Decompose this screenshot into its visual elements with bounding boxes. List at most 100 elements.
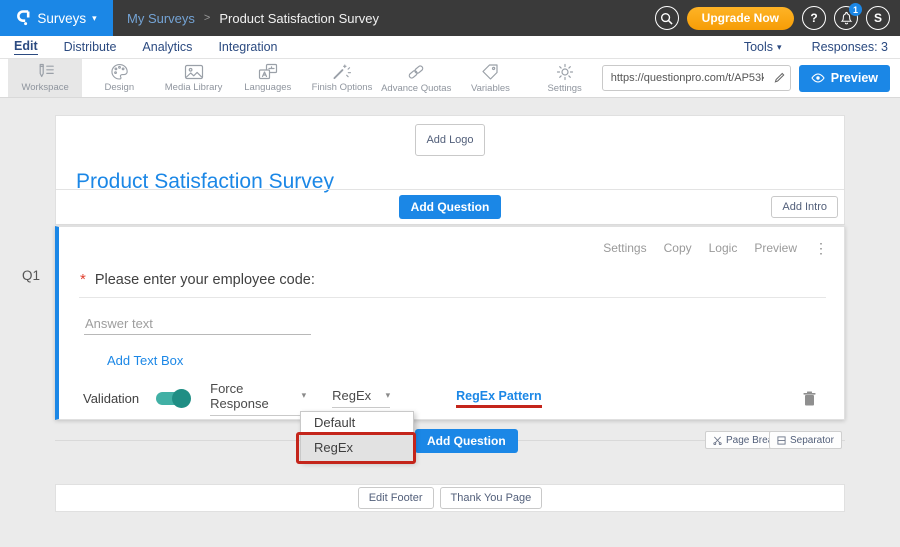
validation-label: Validation bbox=[83, 391, 139, 406]
preview-label: Preview bbox=[831, 71, 878, 85]
toolbar-settings-label: Settings bbox=[547, 83, 581, 94]
question-divider bbox=[79, 297, 826, 298]
app-menu-label: Surveys bbox=[37, 11, 86, 26]
validation-type-value: RegEx bbox=[332, 388, 371, 403]
tab-distribute[interactable]: Distribute bbox=[64, 40, 117, 54]
separator-icon bbox=[777, 436, 786, 445]
answer-text-input[interactable] bbox=[84, 313, 311, 335]
toolbar-media-library[interactable]: Media Library bbox=[156, 59, 230, 97]
validation-type-select[interactable]: RegEx ▾ bbox=[332, 388, 390, 408]
toolbar-media-library-label: Media Library bbox=[165, 82, 223, 93]
chevron-down-icon: ▾ bbox=[777, 43, 782, 52]
toolbar-finish-options-label: Finish Options bbox=[312, 82, 373, 93]
thank-you-page-button[interactable]: Thank You Page bbox=[440, 487, 543, 509]
toggle-knob bbox=[172, 389, 191, 408]
question-text-row[interactable]: * Please enter your employee code: bbox=[80, 271, 315, 288]
dropdown-option-default[interactable]: Default bbox=[301, 412, 413, 434]
toolbar-variables-label: Variables bbox=[471, 83, 510, 94]
toolbar-workspace[interactable]: Workspace bbox=[8, 59, 82, 97]
upgrade-now-button[interactable]: Upgrade Now bbox=[687, 7, 794, 30]
validation-toggle[interactable] bbox=[156, 392, 190, 405]
responses-count[interactable]: Responses: 3 bbox=[812, 40, 888, 54]
edit-footer-button[interactable]: Edit Footer bbox=[358, 487, 434, 509]
toolbar-finish-options[interactable]: Finish Options bbox=[305, 59, 379, 97]
topbar-actions: Upgrade Now ? 1 S bbox=[655, 6, 890, 30]
tools-menu[interactable]: Tools ▾ bbox=[744, 40, 782, 54]
validation-type-dropdown: Default RegEx bbox=[300, 411, 414, 462]
separator-label: Separator bbox=[790, 435, 834, 446]
palette-icon bbox=[110, 63, 129, 80]
question-copy-link[interactable]: Copy bbox=[664, 241, 692, 255]
help-button[interactable]: ? bbox=[802, 6, 826, 30]
image-icon bbox=[184, 64, 204, 80]
survey-header-card: Add Logo Product Satisfaction Survey Add… bbox=[55, 115, 845, 225]
add-question-row: Add Question Add Intro bbox=[56, 189, 844, 224]
scissors-icon bbox=[713, 436, 722, 445]
question-settings-link[interactable]: Settings bbox=[603, 241, 646, 255]
question-text: Please enter your employee code: bbox=[95, 272, 315, 288]
add-question-button[interactable]: Add Question bbox=[399, 195, 502, 219]
magic-wand-icon bbox=[332, 63, 351, 80]
breadcrumb-separator: > bbox=[204, 12, 210, 24]
question-number: Q1 bbox=[22, 268, 40, 283]
sub-nav: Edit Distribute Analytics Integration To… bbox=[0, 36, 900, 59]
required-asterisk: * bbox=[80, 271, 86, 288]
chevron-down-icon: ▾ bbox=[386, 391, 391, 400]
add-question-button-2[interactable]: Add Question bbox=[415, 429, 518, 453]
toolbar-design[interactable]: Design bbox=[82, 59, 156, 97]
survey-footer-band: Edit Footer Thank You Page bbox=[55, 484, 845, 512]
dropdown-option-regex[interactable]: RegEx bbox=[301, 434, 413, 461]
toolbar-design-label: Design bbox=[105, 82, 135, 93]
kebab-menu-icon[interactable]: ⋮ bbox=[814, 241, 828, 255]
tab-integration[interactable]: Integration bbox=[218, 40, 277, 54]
toolbar-advance-quotas[interactable]: Advance Quotas bbox=[379, 59, 453, 97]
tools-label: Tools bbox=[744, 40, 773, 54]
add-intro-button[interactable]: Add Intro bbox=[771, 196, 838, 218]
question-mark-icon: ? bbox=[810, 11, 817, 25]
toolbar-settings[interactable]: Settings bbox=[528, 59, 602, 97]
question-actions: Settings Copy Logic Preview ⋮ bbox=[603, 241, 828, 255]
question-preview-link[interactable]: Preview bbox=[754, 241, 797, 255]
search-button[interactable] bbox=[655, 6, 679, 30]
delete-question-trash-icon[interactable] bbox=[803, 391, 816, 406]
notification-badge: 1 bbox=[849, 3, 862, 16]
editor-toolbar: Workspace Design Media Library Languages… bbox=[0, 59, 900, 98]
logo-row: Add Logo bbox=[56, 116, 844, 156]
toolbar-variables[interactable]: Variables bbox=[453, 59, 527, 97]
survey-url-input[interactable] bbox=[603, 72, 768, 84]
gear-icon bbox=[556, 63, 574, 81]
survey-url-field bbox=[602, 65, 791, 91]
search-icon bbox=[660, 12, 673, 25]
breadcrumb-my-surveys[interactable]: My Surveys bbox=[127, 11, 195, 26]
toolbar-languages-label: Languages bbox=[244, 82, 291, 93]
account-avatar[interactable]: S bbox=[866, 6, 890, 30]
avatar-initial: S bbox=[874, 11, 882, 25]
notifications-button[interactable]: 1 bbox=[834, 6, 858, 30]
eye-icon bbox=[811, 73, 825, 83]
add-text-box-link[interactable]: Add Text Box bbox=[107, 353, 183, 368]
app-menu-surveys[interactable]: Surveys ▾ bbox=[0, 0, 113, 36]
chevron-down-icon: ▾ bbox=[92, 14, 97, 23]
toolbar-workspace-label: Workspace bbox=[21, 82, 68, 93]
edit-url-pencil-icon[interactable] bbox=[768, 72, 790, 84]
tag-icon bbox=[481, 63, 499, 81]
breadcrumb: My Surveys > Product Satisfaction Survey bbox=[127, 11, 379, 26]
add-logo-button[interactable]: Add Logo bbox=[415, 124, 484, 156]
subnav-right: Tools ▾ Responses: 3 bbox=[744, 40, 888, 54]
force-response-value: Force Response bbox=[210, 381, 301, 411]
toolbar-languages[interactable]: Languages bbox=[231, 59, 305, 97]
regex-pattern-link[interactable]: RegEx Pattern bbox=[456, 389, 541, 408]
separator-button[interactable]: Separator bbox=[769, 431, 842, 449]
tab-analytics[interactable]: Analytics bbox=[142, 40, 192, 54]
tab-edit[interactable]: Edit bbox=[14, 39, 38, 55]
translate-boxes-icon bbox=[258, 63, 278, 80]
chain-links-icon bbox=[406, 63, 426, 81]
validation-row: Validation Force Response ▾ RegEx ▾ RegE… bbox=[83, 383, 820, 413]
dropdown-option-regex-label: RegEx bbox=[314, 440, 353, 455]
preview-button[interactable]: Preview bbox=[799, 65, 890, 92]
questionpro-logo-icon bbox=[16, 10, 31, 26]
breadcrumb-current: Product Satisfaction Survey bbox=[219, 11, 379, 26]
force-response-select[interactable]: Force Response ▾ bbox=[210, 381, 306, 416]
toolbar-advance-quotas-label: Advance Quotas bbox=[381, 83, 451, 94]
question-logic-link[interactable]: Logic bbox=[709, 241, 738, 255]
